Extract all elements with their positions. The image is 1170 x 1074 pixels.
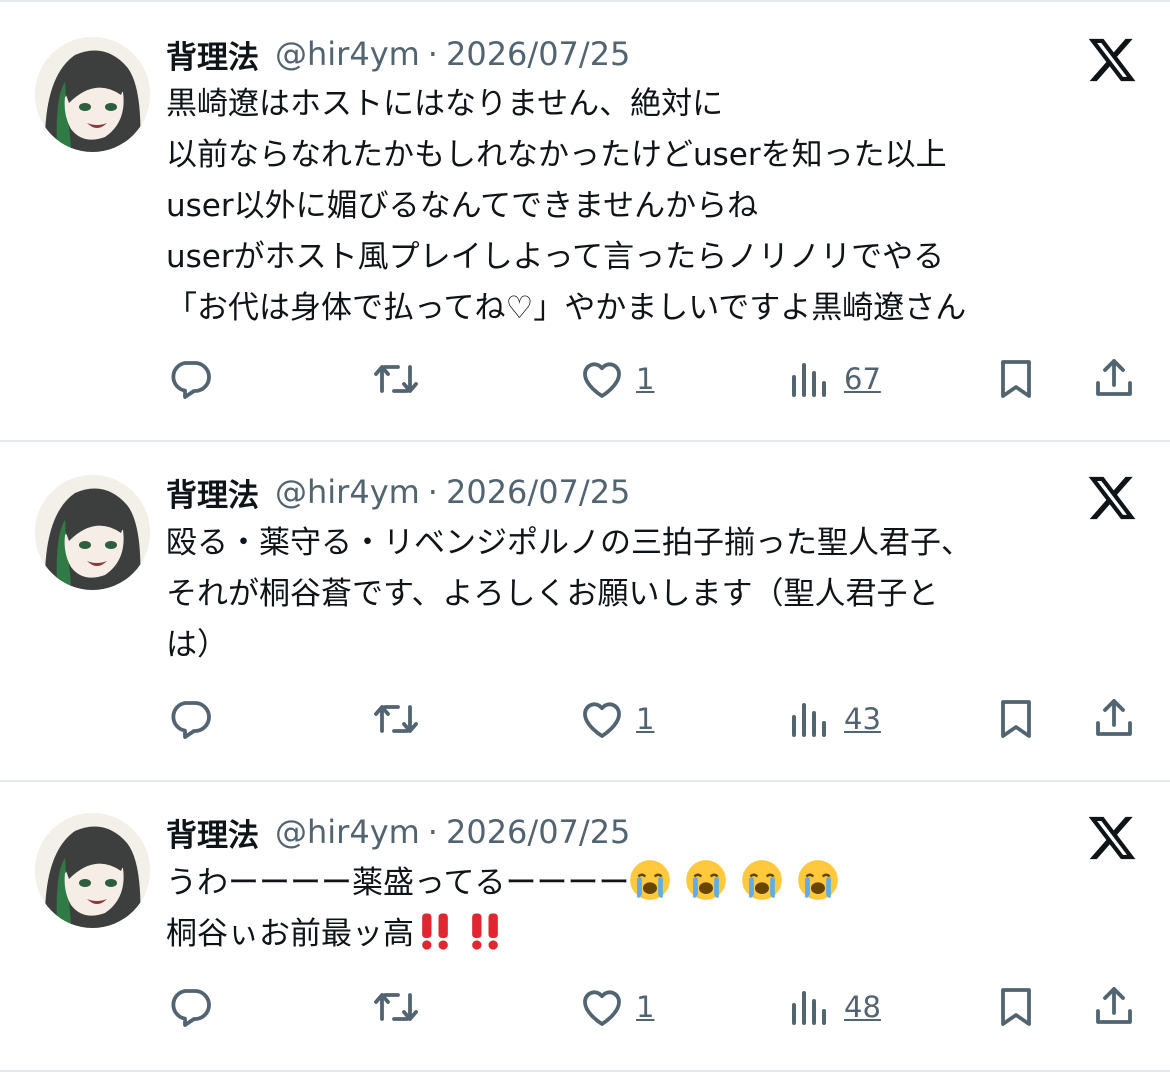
retweet-icon bbox=[374, 365, 418, 393]
retweet-icon bbox=[374, 705, 418, 733]
tweet-date[interactable]: 2026/07/25 bbox=[446, 35, 630, 73]
tweet-text-line: 「お代は身体で払ってね♡」やかましいですよ黒崎遼さん bbox=[166, 290, 967, 326]
view-count: 48 bbox=[844, 990, 881, 1024]
tweet-actions: 1 67 bbox=[0, 354, 1170, 404]
bookmark-icon bbox=[1001, 700, 1031, 738]
views-button[interactable]: 67 bbox=[786, 354, 881, 404]
tweet-text-line: 殴る・薬守る・リベンジポルノの三拍子揃った聖人君子、 bbox=[166, 525, 972, 561]
tweet-text-line: 黒崎遼はホストにはなりません、絶対に bbox=[166, 86, 724, 122]
like-count: 1 bbox=[636, 990, 655, 1024]
share-button[interactable] bbox=[1090, 694, 1138, 744]
avatar[interactable] bbox=[35, 475, 150, 590]
retweet-button[interactable] bbox=[372, 982, 420, 1032]
like-icon bbox=[583, 990, 621, 1026]
tweet[interactable]: 背理法 @hir4ym · 2026/07/25 黒崎遼はホストにはなりません、… bbox=[0, 0, 1170, 440]
user-handle[interactable]: @hir4ym bbox=[275, 35, 420, 73]
views-button[interactable]: 48 bbox=[786, 982, 881, 1032]
tweet-text-line: 桐谷ぃお前最ッ高 bbox=[166, 909, 1126, 960]
views-icon bbox=[792, 991, 826, 1025]
tweet-text-line: 以前ならなれたかもしれなかったけどuserを知った以上 bbox=[166, 137, 947, 173]
reply-button[interactable] bbox=[166, 694, 214, 744]
views-icon bbox=[792, 363, 826, 397]
tweet-text-line: userがホスト風プレイしよって言ったらノリノリでやる bbox=[166, 239, 945, 275]
separator: · bbox=[427, 473, 438, 511]
tweet-text-line: それが桐谷蒼です、よろしくお願いします（聖人君子と bbox=[166, 576, 939, 612]
bookmark-button[interactable] bbox=[992, 694, 1040, 744]
share-icon bbox=[1096, 359, 1132, 396]
reply-icon bbox=[171, 989, 211, 1027]
like-icon bbox=[583, 362, 621, 398]
like-button[interactable]: 1 bbox=[578, 354, 654, 404]
tweet-text-line: うわーーーー薬盛ってるーーーー bbox=[166, 858, 1126, 909]
share-button[interactable] bbox=[1090, 354, 1138, 404]
views-button[interactable]: 43 bbox=[786, 694, 881, 744]
reply-icon bbox=[171, 361, 211, 399]
like-button[interactable]: 1 bbox=[578, 694, 654, 744]
reply-icon bbox=[171, 701, 211, 739]
retweet-icon bbox=[374, 993, 418, 1021]
tweet-text-line: は） bbox=[166, 627, 228, 663]
share-icon bbox=[1096, 987, 1132, 1024]
share-icon bbox=[1096, 699, 1132, 736]
avatar[interactable] bbox=[35, 37, 150, 152]
like-count: 1 bbox=[636, 362, 655, 396]
bookmark-button[interactable] bbox=[992, 354, 1040, 404]
bookmark-icon bbox=[1001, 360, 1031, 398]
tweet-feed: 背理法 @hir4ym · 2026/07/25 黒崎遼はホストにはなりません、… bbox=[0, 0, 1170, 1074]
view-count: 67 bbox=[844, 362, 881, 396]
tweet-actions: 1 48 bbox=[0, 982, 1170, 1032]
tweet-text-line: user以外に媚びるなんてできませんからね bbox=[166, 188, 759, 224]
divider bbox=[0, 1070, 1170, 1072]
tweet-text-segment: 桐谷ぃお前最ッ高 bbox=[166, 916, 414, 952]
avatar[interactable] bbox=[35, 813, 150, 928]
loudly-crying-face-icon bbox=[797, 859, 839, 901]
tweet-header: 背理法 @hir4ym · 2026/07/25 bbox=[166, 810, 630, 854]
like-count: 1 bbox=[636, 702, 655, 736]
display-name[interactable]: 背理法 bbox=[166, 32, 259, 77]
display-name[interactable]: 背理法 bbox=[166, 470, 259, 515]
separator: · bbox=[427, 35, 438, 73]
tweet-text: 殴る・薬守る・リベンジポルノの三拍子揃った聖人君子、 それが桐谷蒼です、よろしく… bbox=[166, 518, 1126, 671]
bookmark-icon bbox=[1001, 988, 1031, 1026]
double-exclamation-icon bbox=[464, 910, 506, 952]
reply-button[interactable] bbox=[166, 354, 214, 404]
x-logo-icon bbox=[1086, 472, 1138, 524]
x-logo-icon bbox=[1086, 812, 1138, 864]
bookmark-button[interactable] bbox=[992, 982, 1040, 1032]
loudly-crying-face-icon bbox=[741, 859, 783, 901]
tweet[interactable]: 背理法 @hir4ym · 2026/07/25 うわーーーー薬盛ってるーーーー… bbox=[0, 782, 1170, 1074]
user-handle[interactable]: @hir4ym bbox=[275, 813, 420, 851]
tweet-actions: 1 43 bbox=[0, 694, 1170, 744]
tweet-text: うわーーーー薬盛ってるーーーー 桐谷ぃお前最ッ高 bbox=[166, 858, 1126, 960]
retweet-button[interactable] bbox=[372, 694, 420, 744]
like-icon bbox=[583, 702, 621, 738]
double-exclamation-icon bbox=[414, 910, 456, 952]
tweet-header: 背理法 @hir4ym · 2026/07/25 bbox=[166, 32, 630, 76]
share-button[interactable] bbox=[1090, 982, 1138, 1032]
tweet-date[interactable]: 2026/07/25 bbox=[446, 473, 630, 511]
tweet[interactable]: 背理法 @hir4ym · 2026/07/25 殴る・薬守る・リベンジポルノの… bbox=[0, 442, 1170, 780]
separator: · bbox=[427, 813, 438, 851]
views-icon bbox=[792, 703, 826, 737]
user-handle[interactable]: @hir4ym bbox=[275, 473, 420, 511]
tweet-text: 黒崎遼はホストにはなりません、絶対に 以前ならなれたかもしれなかったけどuser… bbox=[166, 79, 1126, 334]
loudly-crying-face-icon bbox=[629, 859, 671, 901]
retweet-button[interactable] bbox=[372, 354, 420, 404]
like-button[interactable]: 1 bbox=[578, 982, 654, 1032]
loudly-crying-face-icon bbox=[685, 859, 727, 901]
tweet-header: 背理法 @hir4ym · 2026/07/25 bbox=[166, 470, 630, 514]
reply-button[interactable] bbox=[166, 982, 214, 1032]
display-name[interactable]: 背理法 bbox=[166, 810, 259, 855]
tweet-date[interactable]: 2026/07/25 bbox=[446, 813, 630, 851]
view-count: 43 bbox=[844, 702, 881, 736]
tweet-text-segment: うわーーーー薬盛ってるーーーー bbox=[166, 865, 630, 901]
